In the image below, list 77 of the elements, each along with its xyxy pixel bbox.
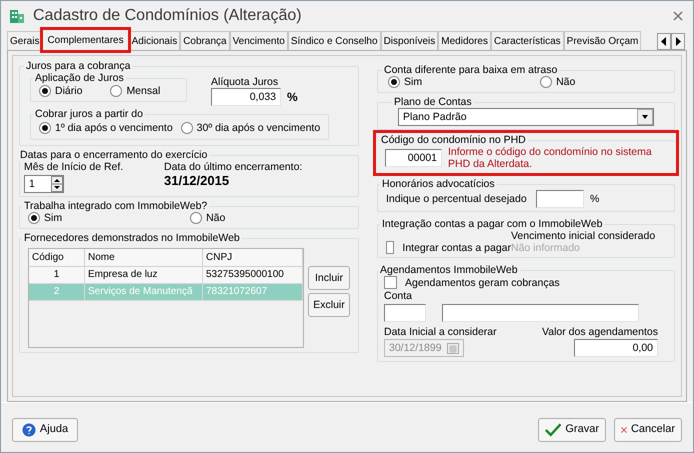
building-icon [9, 8, 25, 24]
radio-button[interactable]: Sim [28, 212, 62, 224]
radio-button[interactable]: Diário [39, 85, 82, 97]
table-cell: 78321072607 [203, 284, 303, 300]
group-label: Juros para a cobrança [25, 60, 132, 72]
group-label: Datas para o encerramento do exercício [19, 149, 208, 161]
date-value: 31/12/2015 [164, 175, 230, 190]
radio-button[interactable]: Mensal [110, 85, 160, 97]
spin-arrows-icon[interactable] [51, 176, 63, 192]
button[interactable]: Cancelar [614, 418, 682, 442]
tab[interactable]: Adicionais [128, 31, 180, 50]
table-cell: 2 [29, 284, 85, 300]
checkmark-icon [545, 422, 562, 438]
radio-button[interactable]: Sim [388, 76, 422, 88]
button[interactable]: Gravar [538, 418, 606, 442]
radio-button[interactable]: 1º dia após o vencimento [39, 122, 173, 134]
input-field[interactable]: 00001 [385, 149, 442, 167]
button[interactable]: Ajuda [12, 418, 78, 442]
tab[interactable]: Medidores [438, 31, 491, 50]
tab[interactable]: Vencimento [230, 31, 288, 50]
group-label: Código do condomínio no PHD [380, 134, 527, 146]
input-field[interactable] [384, 304, 426, 322]
window-title: Cadastro de Condomínios (Alteração) [33, 9, 303, 22]
help-icon [22, 422, 36, 436]
group-label: Honorários advocatícios [381, 178, 496, 190]
tab[interactable]: Síndico e Conselho [288, 31, 381, 50]
group-label: Plano de Contas [393, 96, 473, 108]
field-label: Mês de Início de Ref. [24, 161, 124, 173]
tab[interactable]: Previsão Orçam [564, 31, 642, 50]
checkbox[interactable]: Agendamentos geram cobranças [384, 276, 668, 289]
scroll-left-icon[interactable] [657, 33, 671, 50]
field-label: Data Inicial a considerar [384, 326, 497, 338]
scroll-right-icon[interactable] [671, 33, 685, 50]
table-row[interactable]: 1 Empresa de luz 53275395000100 [29, 267, 303, 284]
data-table[interactable]: Código Nome CNPJ 1 Empresa de luz 53275395000100 2 Serviços de Manutençã 78321072607 [28, 248, 304, 348]
group-label: Cobrar juros a partir do [34, 108, 144, 120]
table-cell: Serviços de Manutençã [85, 284, 203, 300]
checkbox[interactable]: Integrar contas a pagar [386, 241, 511, 254]
tab[interactable]: Gerais [7, 31, 42, 50]
radio-button[interactable]: Não [540, 76, 576, 88]
value-text: Não informado [511, 242, 581, 254]
group-label: Aplicação de Juros [34, 72, 125, 84]
input-field[interactable]: 0,00 [574, 339, 658, 357]
tab[interactable]: Características [490, 31, 564, 50]
field-label: Alíquota Juros [211, 76, 280, 88]
input-field[interactable]: 0,033 [211, 88, 281, 106]
field-label: Conta [384, 290, 414, 302]
group-label: Conta diferente para baixa em atraso [383, 64, 558, 76]
hint-text: Informe o código do condomínio no sistema PHD da Alterdata. [448, 146, 653, 170]
button[interactable]: Incluir [308, 266, 350, 290]
column-header[interactable]: Código [29, 249, 85, 266]
field-label: Valor dos agendamentos [542, 326, 658, 338]
button[interactable]: Excluir [308, 293, 350, 317]
group-label: Trabalha integrado com ImmobileWeb? [23, 200, 208, 212]
unit-label: % [287, 91, 298, 103]
input-field[interactable] [442, 304, 639, 322]
column-header[interactable]: Nome [85, 249, 203, 266]
table-cell: 1 [29, 267, 85, 283]
tab[interactable]: Complementares [42, 29, 129, 51]
column-header[interactable]: CNPJ [203, 249, 303, 266]
tab[interactable]: Disponíveis [380, 31, 438, 50]
close-icon[interactable] [673, 10, 683, 20]
table-cell: 53275395000100 [203, 267, 303, 283]
radio-button[interactable]: 30º dia após o vencimento [180, 122, 320, 134]
field-label: Vencimento inicial considerado [511, 230, 656, 242]
spin-field[interactable]: 1 [24, 175, 64, 193]
group-label: Integração contas a pagar com o ImmobileWeb [381, 218, 604, 230]
group-label: Agendamentos ImmobileWeb [379, 264, 519, 276]
radio-button[interactable]: Não [190, 212, 226, 224]
group-label: Fornecedores demonstrados no ImmobileWeb [23, 232, 241, 244]
field-label: Indique o percentual desejado [386, 193, 528, 205]
tab[interactable]: Cobrança [180, 31, 230, 50]
input-field[interactable] [536, 190, 584, 208]
field-label: Data do último encerramento: [164, 161, 304, 173]
table-cell: Empresa de luz [85, 267, 203, 283]
dropdown[interactable]: Plano Padrão [398, 108, 654, 126]
unit-label: % [590, 193, 600, 205]
